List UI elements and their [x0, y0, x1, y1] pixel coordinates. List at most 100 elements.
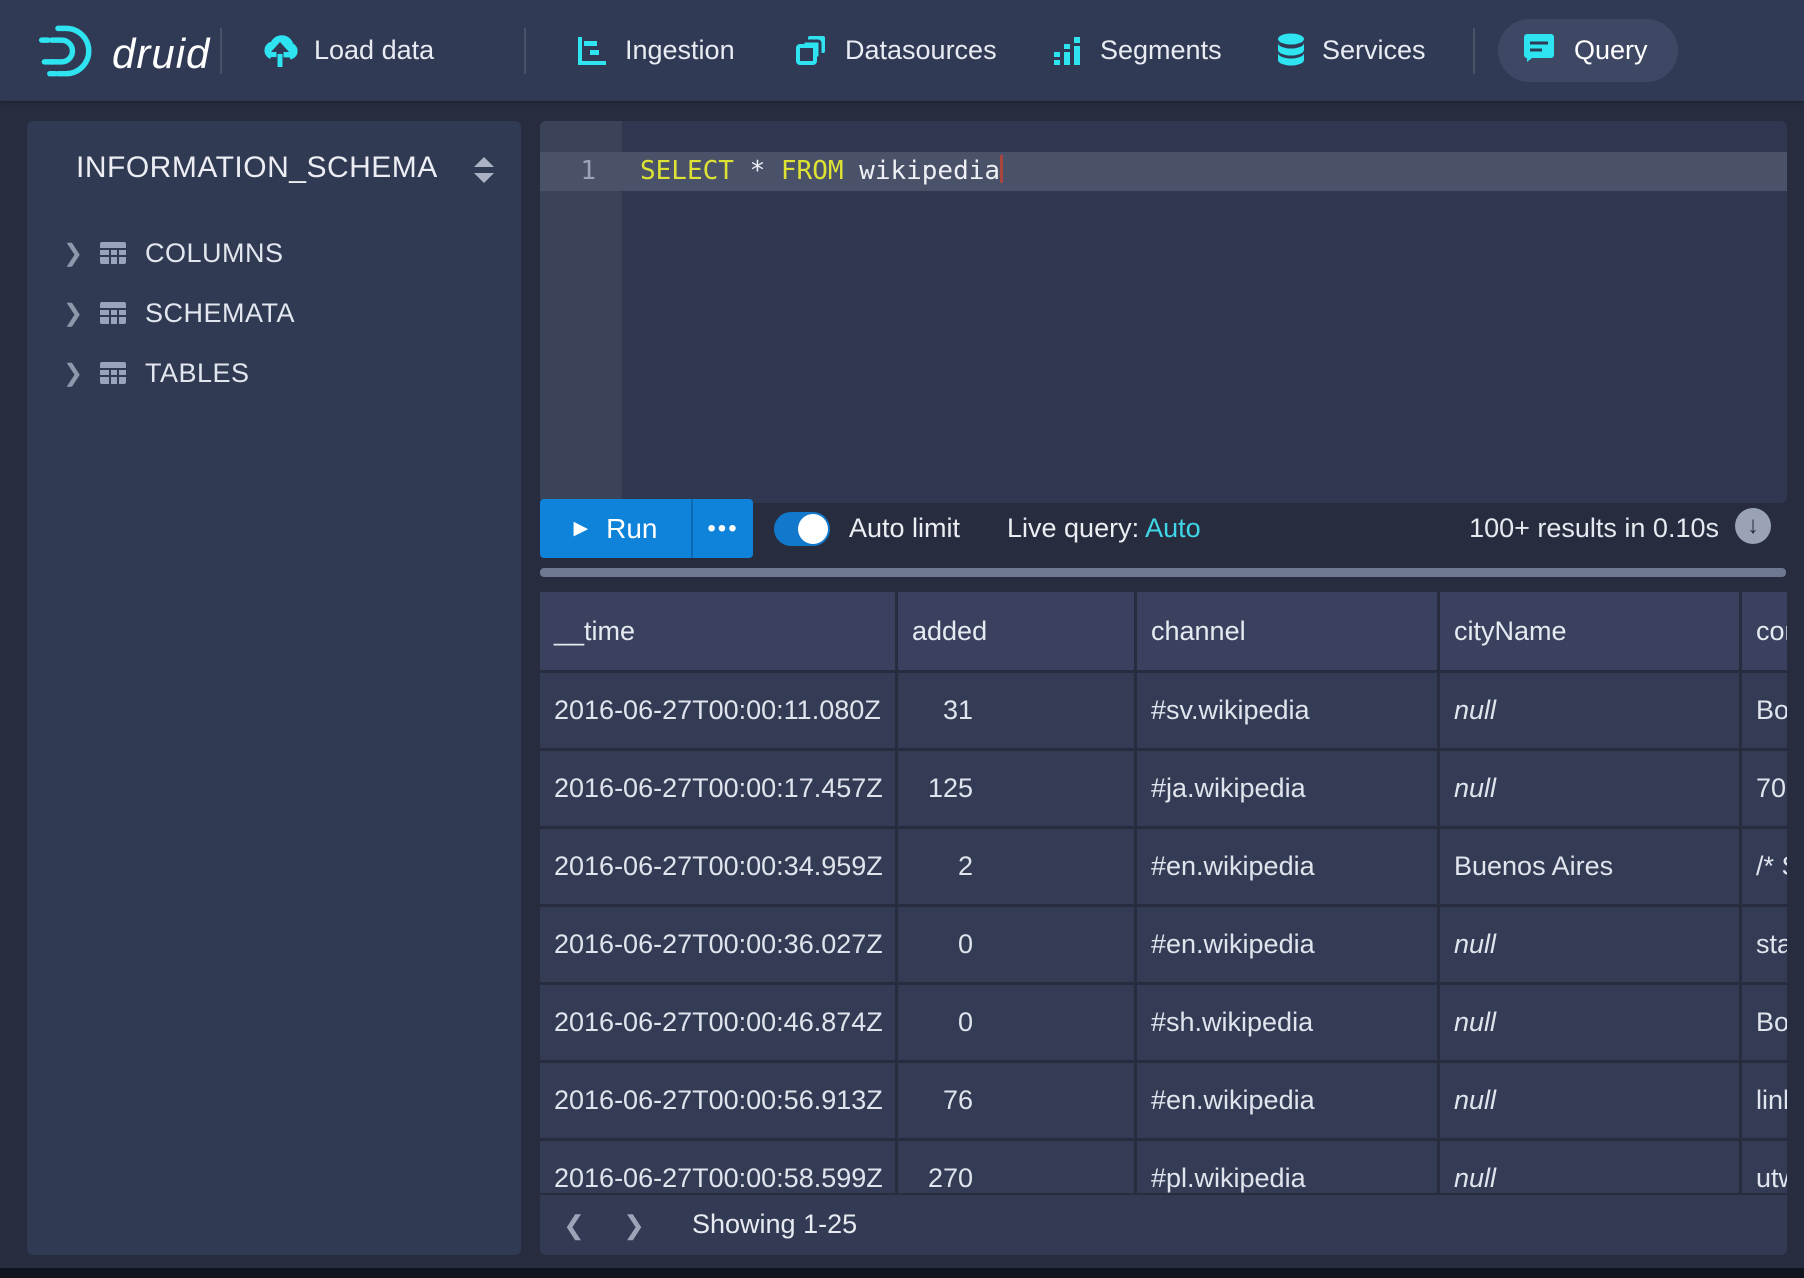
schema-sidebar: INFORMATION_SCHEMA ❯COLUMNS❯SCHEMATA❯TAB… — [27, 121, 521, 1255]
results-summary: 100+ results in 0.10s — [1469, 513, 1719, 544]
table-cell[interactable]: sta — [1742, 907, 1787, 985]
table-cell[interactable]: /* S — [1742, 829, 1787, 907]
table-cell[interactable]: 2016-06-27T00:00:46.874Z — [540, 985, 898, 1063]
nav-item-ingestion[interactable]: Ingestion — [575, 0, 735, 101]
line-number: 1 — [540, 152, 622, 191]
top-navbar: druid Load data Ingestion Datasources Segme… — [0, 0, 1804, 101]
table-cell[interactable]: link — [1742, 1063, 1787, 1141]
navbar-divider — [524, 28, 526, 74]
column-header-time[interactable]: __time — [540, 592, 898, 673]
gantt-chart-icon — [575, 34, 609, 68]
table-cell[interactable]: 70. — [1742, 751, 1787, 829]
table-cell[interactable]: #ja.wikipedia — [1137, 751, 1440, 829]
live-query-value[interactable]: Auto — [1145, 513, 1201, 543]
table-cell[interactable]: #sv.wikipedia — [1137, 673, 1440, 751]
nav-item-label: Segments — [1100, 35, 1222, 66]
live-query-control: Live query: Auto — [1007, 513, 1201, 544]
table-icon — [99, 301, 127, 325]
table-row: 2016-06-27T00:00:11.080Z31#sv.wikipedian… — [540, 673, 1787, 751]
run-button-group: ▶ Run ••• — [540, 499, 753, 558]
table-cell[interactable]: 31 — [898, 673, 1137, 751]
table-row: 2016-06-27T00:00:56.913Z76#en.wikipedian… — [540, 1063, 1787, 1141]
auto-limit-toggle[interactable] — [774, 512, 830, 546]
table-icon — [99, 361, 127, 385]
navbar-divider — [1473, 28, 1475, 74]
sql-token-plain: * — [734, 156, 781, 186]
table-cell[interactable]: 0 — [898, 907, 1137, 985]
stacked-squares-icon — [795, 34, 829, 68]
table-header-row: __timeaddedchannelcityNamecomment — [540, 592, 1787, 673]
table-cell[interactable]: Buenos Aires — [1440, 829, 1742, 907]
table-cell[interactable]: 125 — [898, 751, 1137, 829]
nav-item-segments[interactable]: Segments — [1050, 0, 1222, 101]
nav-item-label: Load data — [314, 35, 434, 66]
table-cell[interactable]: #en.wikipedia — [1137, 1063, 1440, 1141]
table-cell[interactable]: 2 — [898, 829, 1137, 907]
chevron-right-icon[interactable]: ❯ — [63, 359, 93, 388]
druid-logo[interactable]: druid — [36, 22, 210, 85]
sidebar-item-columns[interactable]: ❯COLUMNS — [27, 224, 521, 282]
nav-item-load-data[interactable]: Load data — [262, 0, 434, 101]
table-cell[interactable]: 2016-06-27T00:00:17.457Z — [540, 751, 898, 829]
sql-token-plain: wikipedia — [844, 156, 1001, 186]
prev-page-button[interactable]: ❮ — [554, 1203, 594, 1247]
table-cell[interactable]: null — [1440, 1063, 1742, 1141]
results-footer: ❮ ❯ Showing 1-25 — [540, 1193, 1787, 1255]
double-caret-sort-icon[interactable] — [471, 153, 497, 187]
sql-query-text[interactable]: SELECT * FROM wikipedia — [640, 152, 1003, 191]
table-cell[interactable]: 2016-06-27T00:00:36.027Z — [540, 907, 898, 985]
sidebar-header: INFORMATION_SCHEMA — [27, 141, 521, 197]
run-more-button[interactable]: ••• — [691, 499, 753, 558]
table-cell[interactable]: #en.wikipedia — [1137, 907, 1440, 985]
sidebar-item-tables[interactable]: ❯TABLES — [27, 344, 521, 402]
table-cell[interactable]: 76 — [898, 1063, 1137, 1141]
table-cell[interactable]: Bot — [1742, 985, 1787, 1063]
run-button[interactable]: ▶ Run — [540, 499, 691, 558]
navbar-divider — [220, 28, 222, 74]
toggle-knob — [798, 514, 828, 544]
sidebar-item-schemata[interactable]: ❯ SCHEMATA — [27, 284, 521, 342]
nav-item-datasources[interactable]: Datasources — [795, 0, 997, 101]
cloud-upload-icon — [262, 34, 298, 68]
nav-item-label: Datasources — [845, 35, 997, 66]
nav-item-services[interactable]: Services — [1276, 0, 1426, 101]
table-cell[interactable]: null — [1440, 985, 1742, 1063]
table-cell[interactable]: null — [1440, 751, 1742, 829]
table-cell[interactable]: 2016-06-27T00:00:34.959Z — [540, 829, 898, 907]
horizontal-scrollbar[interactable] — [540, 568, 1786, 577]
sql-token-keyword: SELECT — [640, 156, 734, 186]
column-header-comment[interactable]: comment — [1742, 592, 1787, 673]
column-header-added[interactable]: added — [898, 592, 1137, 673]
nav-item-label: Ingestion — [625, 35, 735, 66]
chevron-right-icon[interactable]: ❯ — [63, 299, 93, 328]
table-row: 2016-06-27T00:00:17.457Z125#ja.wikipedia… — [540, 751, 1787, 829]
run-button-label: Run — [606, 513, 657, 545]
sidebar-item-label: SCHEMATA — [145, 298, 295, 329]
column-header-cityName[interactable]: cityName — [1440, 592, 1742, 673]
table-cell[interactable]: null — [1440, 907, 1742, 985]
nav-item-label: Services — [1322, 35, 1426, 66]
table-cell[interactable]: #sh.wikipedia — [1137, 985, 1440, 1063]
table-cell[interactable]: 0 — [898, 985, 1137, 1063]
table-cell[interactable]: #en.wikipedia — [1137, 829, 1440, 907]
download-icon[interactable]: ↓ — [1735, 508, 1771, 544]
segments-chart-icon — [1050, 34, 1084, 68]
table-cell[interactable]: Bot — [1742, 673, 1787, 751]
live-query-label: Live query: — [1007, 513, 1139, 543]
auto-limit-label: Auto limit — [849, 513, 960, 544]
text-cursor — [1000, 155, 1003, 183]
nav-item-query[interactable]: Query — [1498, 19, 1678, 82]
play-icon: ▶ — [574, 517, 589, 540]
table-row: 2016-06-27T00:00:36.027Z0#en.wikipedianu… — [540, 907, 1787, 985]
sql-token-keyword: FROM — [781, 156, 844, 186]
column-header-channel[interactable]: channel — [1137, 592, 1440, 673]
annotation-icon — [1522, 32, 1556, 69]
chevron-right-icon[interactable]: ❯ — [63, 239, 93, 268]
table-cell[interactable]: 2016-06-27T00:00:11.080Z — [540, 673, 898, 751]
table-cell[interactable]: 2016-06-27T00:00:56.913Z — [540, 1063, 898, 1141]
next-page-button[interactable]: ❯ — [614, 1203, 654, 1247]
table-icon — [99, 241, 127, 265]
brand-name: druid — [112, 30, 210, 78]
sql-editor[interactable]: 1 SELECT * FROM wikipedia — [540, 121, 1787, 503]
table-cell[interactable]: null — [1440, 673, 1742, 751]
